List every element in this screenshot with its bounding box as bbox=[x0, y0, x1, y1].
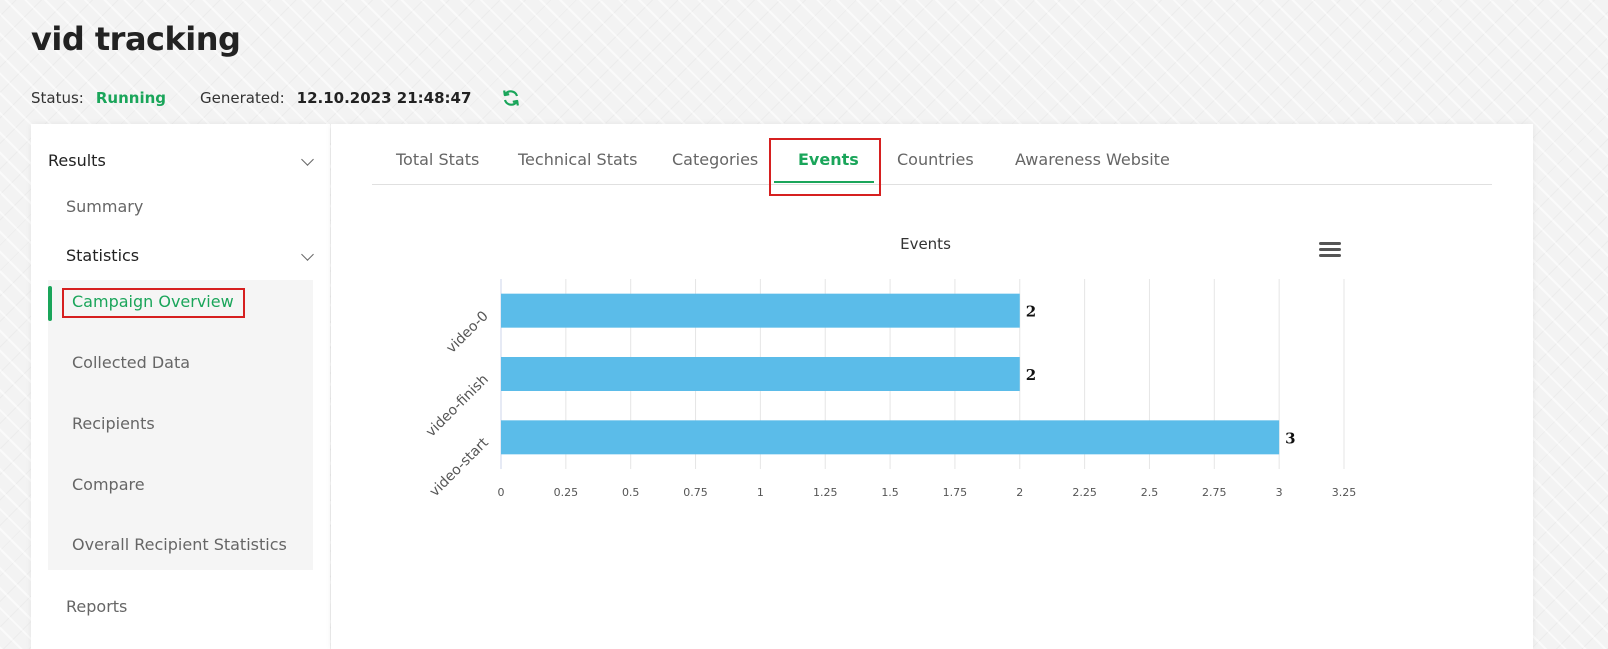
refresh-icon[interactable] bbox=[501, 88, 521, 108]
category-label: video-finish bbox=[423, 372, 492, 441]
chevron-down-icon[interactable] bbox=[301, 153, 314, 166]
x-tick-label: 2.75 bbox=[1202, 486, 1227, 499]
category-label: video-0 bbox=[443, 308, 491, 356]
status-line: Status: Running Generated: 12.10.2023 21… bbox=[31, 88, 521, 108]
sidebar: Results Summary Statistics Campaign Over… bbox=[31, 124, 330, 649]
chevron-down-icon[interactable] bbox=[301, 248, 314, 261]
sidebar-summary[interactable]: Summary bbox=[66, 197, 143, 216]
x-tick-label: 0.75 bbox=[683, 486, 708, 499]
generated-value: 12.10.2023 21:48:47 bbox=[296, 89, 472, 107]
x-tick-label: 0.25 bbox=[554, 486, 579, 499]
x-tick-label: 3 bbox=[1276, 486, 1283, 499]
sidebar-item-collected-data[interactable]: Collected Data bbox=[72, 353, 190, 372]
x-tick-label: 2.5 bbox=[1141, 486, 1159, 499]
generated-label: Generated: bbox=[200, 89, 285, 107]
active-indicator bbox=[48, 286, 52, 321]
category-label: video-start bbox=[427, 434, 493, 500]
sidebar-item-recipients[interactable]: Recipients bbox=[72, 414, 155, 433]
data-label: 3 bbox=[1285, 429, 1295, 447]
bar bbox=[501, 420, 1280, 455]
x-tick-label: 2.25 bbox=[1072, 486, 1097, 499]
x-tick-label: 3.25 bbox=[1332, 486, 1357, 499]
sidebar-statistics[interactable]: Statistics bbox=[66, 246, 139, 265]
events-chart: Events 0 0.25 0.5 0.75 1 1.25 1.5 1.75 2 2.25 2.5 2.… bbox=[423, 235, 1357, 500]
x-tick-label: 0.5 bbox=[622, 486, 640, 499]
x-tick-label: 1 bbox=[757, 486, 764, 499]
sidebar-results[interactable]: Results bbox=[48, 151, 106, 170]
chart-menu-icon[interactable] bbox=[1319, 242, 1341, 260]
x-tick-label: 1.75 bbox=[943, 486, 968, 499]
x-tick-label: 0 bbox=[498, 486, 505, 499]
data-label: 2 bbox=[1026, 303, 1036, 321]
sidebar-item-compare[interactable]: Compare bbox=[72, 475, 145, 494]
x-tick-label: 1.25 bbox=[813, 486, 838, 499]
x-tick-label: 1.5 bbox=[881, 486, 899, 499]
bar bbox=[501, 293, 1020, 328]
highlight-box bbox=[62, 288, 245, 318]
bar bbox=[501, 357, 1020, 391]
sidebar-reports[interactable]: Reports bbox=[66, 597, 127, 616]
main-panel: Total Stats Technical Stats Categories E… bbox=[331, 124, 1533, 649]
data-label: 2 bbox=[1026, 366, 1036, 384]
status-value: Running bbox=[95, 89, 167, 107]
chart-title: Events bbox=[900, 235, 951, 253]
sidebar-item-overall-recipient-statistics[interactable]: Overall Recipient Statistics bbox=[72, 535, 287, 554]
x-tick-label: 2 bbox=[1016, 486, 1023, 499]
status-label: Status: bbox=[31, 89, 84, 107]
page-title: vid tracking bbox=[31, 20, 241, 58]
